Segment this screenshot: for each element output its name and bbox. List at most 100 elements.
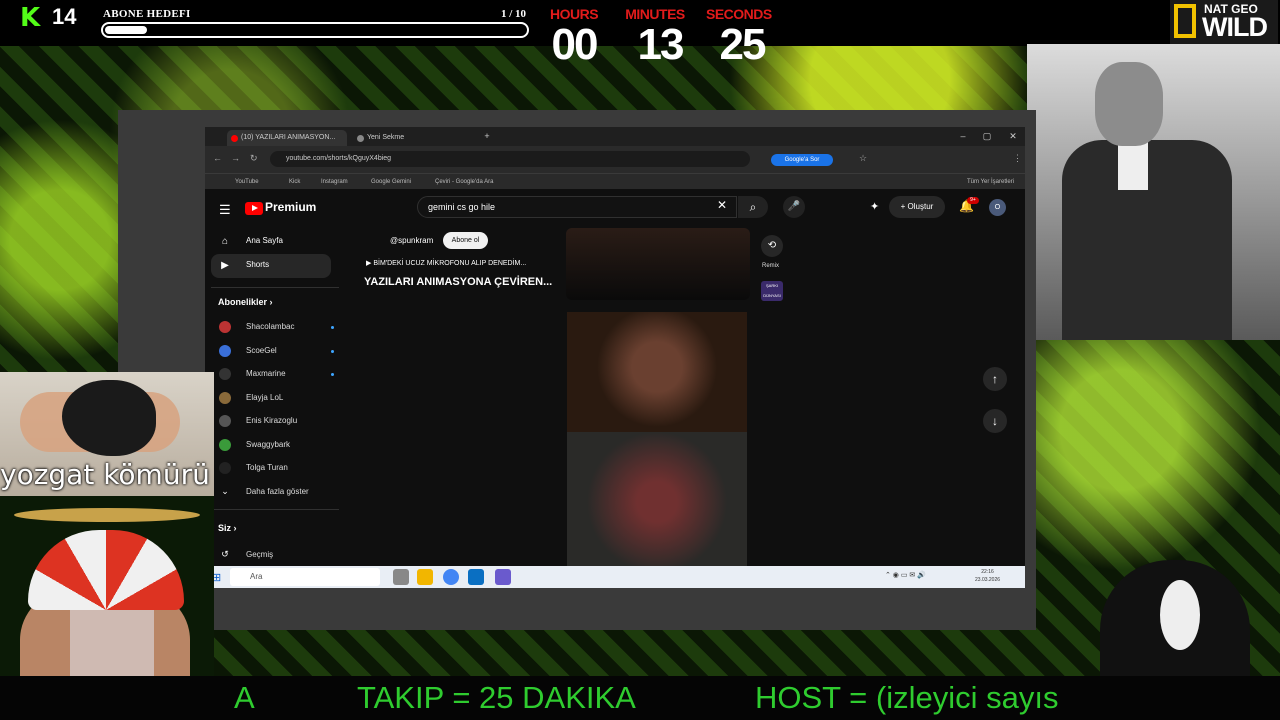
task-view-icon[interactable]	[393, 569, 409, 585]
remix-icon[interactable]: ⟲	[761, 235, 783, 257]
channel-name: Tolga Turan	[246, 463, 288, 472]
stream-top-bar: K 14 ABONE HEDEFI 1 / 10 HOURS 00 MINUTE…	[0, 0, 1280, 69]
chrome-icon[interactable]	[443, 569, 459, 585]
bookmark-kick[interactable]: Kick	[289, 177, 300, 187]
browser-menu-icon[interactable]: ⋮	[1013, 153, 1022, 164]
tab-strip: (10) YAZILARI ANIMASYON... Yeni Sekme + …	[205, 127, 1025, 146]
address-bar-row: ← → ↻ youtube.com/shorts/kQguyX4bieg Goo…	[205, 146, 1025, 173]
channel-avatar	[219, 345, 231, 357]
subscriber-goal-label: ABONE HEDEFI	[103, 8, 191, 20]
subscription-item[interactable]: Elayja LoL	[219, 389, 329, 407]
show-more-label: Daha fazla göster	[246, 487, 309, 496]
short-video-previous[interactable]	[566, 228, 750, 300]
webcam-caption: yozgat kömürü	[0, 458, 210, 491]
timer-seconds-value: 25	[719, 20, 767, 69]
maximize-icon[interactable]: ▢	[981, 130, 993, 142]
previous-short-arrow-icon[interactable]: ↑	[983, 367, 1007, 391]
you-header[interactable]: Siz ›	[218, 523, 237, 533]
bookmark-youtube[interactable]: YouTube	[235, 177, 259, 187]
subscription-item[interactable]: Shacolambac	[219, 318, 334, 336]
short-video-next[interactable]	[567, 432, 747, 566]
subscriptions-header[interactable]: Abonelikler ›	[218, 297, 273, 307]
subscription-item[interactable]: Tolga Turan	[219, 459, 329, 477]
app-icon[interactable]	[468, 569, 484, 585]
song-thumbnail[interactable]: ŞARKI DÜNYASI	[761, 281, 783, 301]
taskbar-search-input[interactable]: Ara	[230, 568, 380, 586]
bookmark-instagram[interactable]: Instagram	[321, 177, 348, 187]
natgeo-wild-logo: NAT GEO WILD	[1170, 0, 1278, 44]
tab-youtube-label: (10) YAZILARI ANIMASYON...	[241, 134, 336, 141]
file-explorer-icon[interactable]	[417, 569, 433, 585]
sidebar-item-home[interactable]: ⌂ Ana Sayfa	[211, 230, 331, 254]
subscription-item[interactable]: Maxmarine	[219, 365, 334, 383]
minimize-icon[interactable]: –	[957, 130, 969, 142]
sidebar-item-shorts[interactable]: ▶ Shorts	[211, 254, 331, 278]
subscription-item[interactable]: ScoeGel	[219, 342, 334, 360]
subscriber-goal-count: 1 / 10	[500, 8, 526, 20]
windows-taskbar: ⊞ Ara ⌃ ◉ ▭ ✉ 🔊 22:16 23.03.2026	[205, 566, 1025, 588]
show-more-button[interactable]: ⌄ Daha fazla göster	[219, 483, 329, 501]
sidebar-divider	[211, 509, 339, 510]
timer-minutes-value: 13	[637, 20, 685, 69]
search-button[interactable]: ⌕	[738, 196, 768, 218]
ticker-fragment: A	[234, 680, 255, 715]
reload-icon[interactable]: ↻	[250, 153, 258, 164]
account-avatar[interactable]: O	[989, 199, 1006, 216]
sidebar-item-history[interactable]: ↺ Geçmiş	[219, 546, 329, 564]
short-description[interactable]: ▶ BİM'DEKİ UCUZ MİKROFONU ALIP DENEDİM..…	[366, 259, 526, 267]
all-bookmarks[interactable]: Tüm Yer İşaretleri	[967, 177, 1014, 187]
goal-progress-fill	[105, 26, 147, 34]
remix-label: Remix	[762, 263, 780, 269]
new-tab-icon[interactable]: +	[481, 130, 493, 142]
app-icon[interactable]	[495, 569, 511, 585]
channel-avatar	[219, 415, 231, 427]
timer-hours-value: 00	[551, 20, 599, 69]
clock-date: 23.03.2026	[975, 577, 1001, 583]
next-short-arrow-icon[interactable]: ↓	[983, 409, 1007, 433]
hamburger-menu-icon[interactable]: ☰	[219, 202, 231, 218]
natgeo-line2: WILD	[1202, 12, 1268, 42]
channel-avatar	[219, 321, 231, 333]
ai-sparkle-icon[interactable]: ✦	[870, 200, 879, 213]
ticker-host-rule: HOST = (izleyici sayıs	[755, 680, 1059, 715]
subscription-item[interactable]: Swaggybark	[219, 436, 329, 454]
subscribe-button[interactable]: Abone ol	[443, 232, 488, 249]
youtube-logo-icon[interactable]	[245, 202, 263, 215]
youtube-page: ☰ Premium gemini cs go hile ✕ ⌕ 🎤 ✦ + Ol…	[205, 189, 1025, 566]
search-input[interactable]: gemini cs go hile	[417, 196, 737, 218]
url-input[interactable]: youtube.com/shorts/kQguyX4bieg	[270, 151, 750, 167]
history-icon: ↺	[221, 549, 229, 559]
close-window-icon[interactable]: ✕	[1007, 130, 1019, 142]
channel-name: Elayja LoL	[246, 393, 284, 402]
star-icon[interactable]: ☆	[859, 153, 867, 164]
system-tray-icons[interactable]: ⌃ ◉ ▭ ✉ 🔊	[885, 571, 926, 579]
portrait-head	[1095, 62, 1163, 146]
taskbar-clock[interactable]: 22:16 23.03.2026	[975, 568, 1000, 584]
google-ask-button[interactable]: Google'a Sor	[771, 154, 833, 166]
tab-new-label: Yeni Sekme	[367, 134, 405, 141]
tab-youtube[interactable]: (10) YAZILARI ANIMASYON...	[227, 130, 347, 146]
new-content-dot	[331, 373, 334, 376]
voice-search-icon[interactable]: 🎤	[783, 196, 805, 218]
you-header-label: Siz	[218, 523, 232, 533]
back-icon[interactable]: ←	[213, 153, 222, 163]
home-icon: ⌂	[221, 236, 229, 247]
create-button[interactable]: + Oluştur	[889, 196, 945, 218]
short-title[interactable]: YAZILARI ANIMASYONA ÇEVİREN...	[364, 276, 552, 288]
sidebar-divider	[211, 287, 339, 288]
forward-icon[interactable]: →	[231, 153, 240, 163]
history-label: Geçmiş	[246, 550, 274, 559]
natgeo-frame-icon	[1174, 4, 1196, 38]
channel-avatar	[219, 368, 231, 380]
clock-time: 22:16	[981, 569, 994, 575]
tab-new[interactable]: Yeni Sekme	[353, 130, 473, 146]
clear-search-icon[interactable]: ✕	[717, 198, 727, 212]
bookmark-gemini[interactable]: Google Gemini	[371, 177, 411, 187]
subscription-item[interactable]: Enis Kirazoglu	[219, 412, 329, 430]
short-channel-handle[interactable]: @spunkram	[390, 236, 433, 245]
shorts-icon: ▶	[221, 260, 229, 271]
scrolling-ticker: A TAKIP = 25 DAKIKA HOST = (izleyici say…	[0, 676, 1280, 720]
short-video-current[interactable]	[567, 312, 747, 432]
bookmark-translate[interactable]: Çeviri - Google'da Ara	[435, 177, 494, 187]
new-content-dot	[331, 350, 334, 353]
